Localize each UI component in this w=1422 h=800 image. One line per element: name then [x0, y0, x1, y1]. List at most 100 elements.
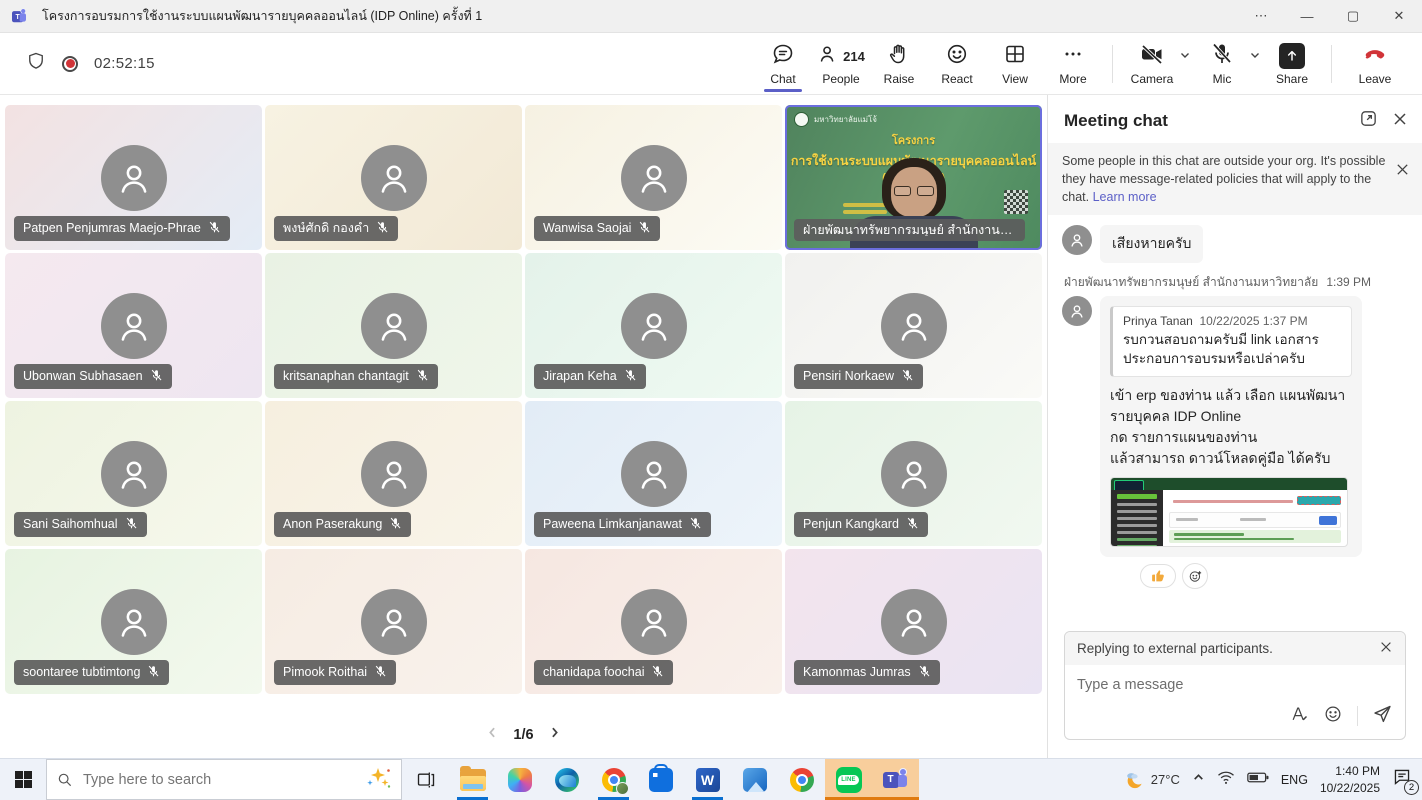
window-title: โครงการอบรมการใช้งานระบบแผนพัฒนารายบุคคล…: [42, 6, 482, 26]
dismiss-notice-icon[interactable]: [1395, 152, 1410, 182]
org-name: มหาวิทยาลัยแม่โจ้: [814, 113, 877, 126]
tray-expand-chevron-icon[interactable]: [1192, 771, 1205, 789]
search-input[interactable]: [83, 772, 355, 788]
store-taskbar-icon[interactable]: [637, 759, 684, 800]
quote-author: Prinya Tanan: [1123, 314, 1193, 328]
page-prev-icon[interactable]: [486, 726, 499, 744]
participant-tile[interactable]: Patpen Penjumras Maejo-Phrae: [5, 105, 262, 250]
participant-tile[interactable]: Pensiri Norkaew: [785, 253, 1042, 398]
mic-off-icon: [376, 221, 389, 237]
language-indicator[interactable]: ENG: [1281, 773, 1308, 787]
message-line: กด รายการแผนของท่าน: [1110, 427, 1352, 448]
window-maximize-button[interactable]: ▢: [1330, 0, 1376, 33]
participant-tile[interactable]: Wanwisa Saojai: [525, 105, 782, 250]
participant-name: Penjun Kangkard: [803, 518, 899, 531]
compose-box: Replying to external participants.: [1064, 631, 1406, 740]
quote-text: รบกวนสอบถามครับมี link เอกสารประกอบการอบ…: [1123, 331, 1341, 369]
word-taskbar-icon[interactable]: W: [684, 759, 731, 800]
taskbar-search[interactable]: [46, 759, 402, 800]
page-indicator: 1/6: [513, 727, 533, 743]
photos-taskbar-icon[interactable]: [731, 759, 778, 800]
edge-taskbar-icon[interactable]: [543, 759, 590, 800]
participant-tile[interactable]: Kamonmas Jumras: [785, 549, 1042, 694]
file-explorer-taskbar-icon[interactable]: [449, 759, 496, 800]
mic-off-icon: [147, 665, 160, 681]
participant-grid: Patpen Penjumras Maejo-Phrae พงษ์ศักดิ์ …: [5, 105, 1042, 694]
org-logo-icon: [794, 112, 809, 127]
sender-name: ฝ่ายพัฒนาทรัพยากรมนุษย์ สำนักงานมหาวิทยา…: [1064, 275, 1318, 289]
format-icon[interactable]: [1289, 704, 1309, 729]
react-button[interactable]: React: [928, 41, 986, 86]
window-more-button[interactable]: ⋯: [1238, 0, 1284, 33]
participant-tile[interactable]: soontaree tubtimtong: [5, 549, 262, 694]
people-icon: [817, 43, 839, 70]
weather-widget[interactable]: 27°C: [1123, 770, 1180, 790]
participant-tile[interactable]: Anon Paserakung: [265, 401, 522, 546]
participant-tile[interactable]: Pimook Roithai: [265, 549, 522, 694]
participant-nameplate: Ubonwan Subhasaen: [14, 364, 172, 390]
chrome-profile-taskbar-icon[interactable]: [590, 759, 637, 800]
learn-more-link[interactable]: Learn more: [1093, 190, 1157, 204]
participant-name: kritsanaphan chantagit: [283, 370, 409, 383]
view-button[interactable]: View: [986, 41, 1044, 86]
add-reaction-button[interactable]: [1182, 563, 1208, 589]
mic-off-icon: [918, 665, 931, 681]
copilot-taskbar-icon[interactable]: [496, 759, 543, 800]
raise-hand-button[interactable]: Raise: [870, 41, 928, 86]
message-bubble: เสียงหายครับ: [1100, 225, 1203, 263]
participant-name: Anon Paserakung: [283, 518, 382, 531]
participant-tile[interactable]: Penjun Kangkard: [785, 401, 1042, 546]
mic-off-icon: [374, 665, 387, 681]
participant-nameplate: chanidapa foochai: [534, 660, 673, 686]
participant-name: Patpen Penjumras Maejo-Phrae: [23, 222, 201, 235]
battery-icon[interactable]: [1247, 771, 1269, 789]
start-button[interactable]: [0, 759, 46, 800]
video-stage: Patpen Penjumras Maejo-Phrae พงษ์ศักดิ์ …: [0, 95, 1047, 758]
react-icon: [945, 42, 969, 71]
participant-tile[interactable]: Sani Saihomhual: [5, 401, 262, 546]
send-icon[interactable]: [1372, 703, 1393, 729]
mic-button[interactable]: Mic: [1193, 41, 1251, 86]
page-next-icon[interactable]: [548, 726, 561, 744]
mic-off-icon: [624, 369, 637, 385]
mic-off-icon: [416, 369, 429, 385]
quoted-message[interactable]: Prinya Tanan 10/22/2025 1:37 PM รบกวนสอบ…: [1110, 306, 1352, 377]
image-attachment[interactable]: [1110, 477, 1348, 547]
chat-button[interactable]: Chat: [754, 41, 812, 86]
dismiss-reply-icon[interactable]: [1379, 640, 1393, 657]
tray-date: 10/22/2025: [1320, 780, 1380, 796]
more-button[interactable]: More: [1044, 41, 1102, 86]
participant-tile[interactable]: พงษ์ศักดิ์ กองคำ: [265, 105, 522, 250]
chrome-taskbar-icon[interactable]: [778, 759, 825, 800]
participant-nameplate: ฝ่ายพัฒนาทรัพยากรมนุษย์ สำนักงานมหา...: [794, 219, 1025, 242]
emoji-icon[interactable]: [1323, 704, 1343, 729]
participant-tile[interactable]: มหาวิทยาลัยแม่โจ้ โครงการการใช้งานระบบแผ…: [785, 105, 1042, 250]
thumbs-up-reaction[interactable]: [1140, 564, 1176, 588]
mic-off-icon: [906, 517, 919, 533]
participant-tile[interactable]: kritsanaphan chantagit: [265, 253, 522, 398]
participant-tile[interactable]: Jirapan Keha: [525, 253, 782, 398]
participant-tile[interactable]: Ubonwan Subhasaen: [5, 253, 262, 398]
search-icon: [57, 772, 73, 788]
participant-tile[interactable]: chanidapa foochai: [525, 549, 782, 694]
window-close-button[interactable]: ✕: [1376, 0, 1422, 33]
participant-tile[interactable]: Paweena Limkanjanawat: [525, 401, 782, 546]
line-taskbar-icon[interactable]: LINE: [825, 759, 872, 800]
notification-center-button[interactable]: 2: [1392, 768, 1412, 791]
teams-taskbar-icon[interactable]: T: [872, 759, 919, 800]
participant-name: Paweena Limkanjanawat: [543, 518, 682, 531]
share-button[interactable]: Share: [1263, 41, 1321, 86]
leave-button[interactable]: Leave: [1342, 41, 1408, 86]
chat-panel-title: Meeting chat: [1064, 111, 1168, 131]
people-button[interactable]: 214 People: [812, 41, 870, 86]
chat-icon: [771, 42, 795, 71]
clock[interactable]: 1:40 PM 10/22/2025: [1320, 763, 1380, 795]
window-minimize-button[interactable]: —: [1284, 0, 1330, 33]
task-view-button[interactable]: [402, 759, 449, 800]
popout-chat-icon[interactable]: [1359, 109, 1378, 133]
close-chat-icon[interactable]: [1392, 111, 1408, 132]
participant-nameplate: พงษ์ศักดิ์ กองคำ: [274, 216, 398, 242]
message-input[interactable]: [1065, 665, 1405, 697]
wifi-icon[interactable]: [1217, 770, 1235, 790]
camera-button[interactable]: Camera: [1123, 41, 1181, 86]
